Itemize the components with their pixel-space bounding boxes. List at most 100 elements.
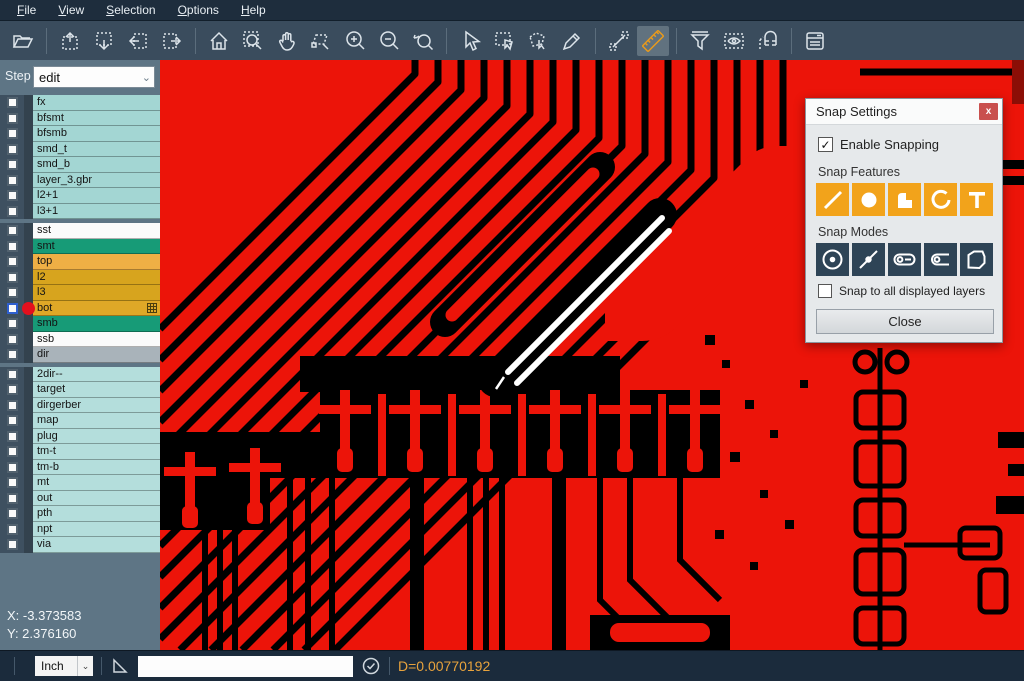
pan-down-icon[interactable] (88, 26, 120, 56)
command-input[interactable] (138, 656, 353, 677)
layer-row[interactable]: top (0, 254, 160, 270)
layer-label[interactable]: out (33, 491, 160, 507)
pan-left-icon[interactable] (122, 26, 154, 56)
layer-row[interactable]: out (0, 491, 160, 507)
layer-checkbox[interactable] (7, 272, 18, 283)
layer-checkbox[interactable] (7, 190, 18, 201)
snap-midpoint-icon[interactable] (852, 243, 885, 276)
layer-row[interactable]: bfsmb (0, 126, 160, 142)
layer-label[interactable]: via (33, 537, 160, 553)
layer-checkbox[interactable] (7, 206, 18, 217)
snap-all-layers-row[interactable]: Snap to all displayed layers (818, 284, 985, 298)
select-polygon-icon[interactable] (522, 26, 554, 56)
layer-row[interactable]: dir (0, 347, 160, 363)
menu-item[interactable]: Options (167, 0, 230, 20)
layer-label[interactable]: ssb (33, 332, 160, 348)
layer-checkbox[interactable] (7, 349, 18, 360)
measure-line-icon[interactable] (603, 26, 635, 56)
layer-label[interactable]: bfsmb (33, 126, 160, 142)
menu-item[interactable]: File (6, 0, 47, 20)
layer-label[interactable]: l3 (33, 285, 160, 301)
layer-checkbox[interactable] (7, 539, 18, 550)
pan-hand-icon[interactable] (271, 26, 303, 56)
layer-checkbox[interactable] (7, 462, 18, 473)
snap-text-icon[interactable] (960, 183, 993, 216)
layer-row[interactable]: bot (0, 301, 160, 317)
layer-label[interactable]: target (33, 382, 160, 398)
layer-checkbox[interactable] (7, 113, 18, 124)
layer-label[interactable]: dirgerber (33, 398, 160, 414)
menu-item[interactable]: View (47, 0, 95, 20)
layer-row[interactable]: 2dir-- (0, 367, 160, 383)
layer-row[interactable]: smd_t (0, 142, 160, 158)
layer-row[interactable]: pth (0, 506, 160, 522)
layer-label[interactable]: smb (33, 316, 160, 332)
ruler-icon[interactable] (637, 26, 669, 56)
layer-row[interactable]: map (0, 413, 160, 429)
layer-checkbox[interactable] (7, 159, 18, 170)
layer-label[interactable]: top (33, 254, 160, 270)
select-rectangle-icon[interactable] (488, 26, 520, 56)
layer-row[interactable]: target (0, 382, 160, 398)
snap-surface-icon[interactable] (888, 183, 921, 216)
layer-checkbox[interactable] (7, 477, 18, 488)
zoom-object-icon[interactable] (305, 26, 337, 56)
pan-up-icon[interactable] (54, 26, 86, 56)
enable-snapping-row[interactable]: ✓ Enable Snapping (818, 137, 939, 152)
visibility-icon[interactable] (718, 26, 750, 56)
zoom-home-icon[interactable] (203, 26, 235, 56)
layer-row[interactable]: layer_3.gbr (0, 173, 160, 189)
layer-checkbox[interactable] (7, 256, 18, 267)
layer-row[interactable]: ssb (0, 332, 160, 348)
layer-row[interactable]: l2 (0, 270, 160, 286)
filter-icon[interactable] (684, 26, 716, 56)
layer-row[interactable]: l3+1 (0, 204, 160, 220)
layer-label[interactable]: smd_b (33, 157, 160, 173)
layer-row[interactable]: l3 (0, 285, 160, 301)
report-icon[interactable] (799, 26, 831, 56)
layer-row[interactable]: via (0, 537, 160, 553)
layer-checkbox[interactable] (7, 334, 18, 345)
select-arrow-icon[interactable] (454, 26, 486, 56)
layer-label[interactable]: l3+1 (33, 204, 160, 220)
layer-row[interactable]: tm-b (0, 460, 160, 476)
layer-checkbox[interactable] (7, 415, 18, 426)
menu-item[interactable]: Help (230, 0, 277, 20)
layer-checkbox[interactable] (7, 384, 18, 395)
snap-all-layers-checkbox[interactable] (818, 284, 832, 298)
enable-snapping-checkbox[interactable]: ✓ (818, 137, 833, 152)
layer-label[interactable]: l2 (33, 270, 160, 286)
layer-row[interactable]: mt (0, 475, 160, 491)
layer-label[interactable]: 2dir-- (33, 367, 160, 383)
layer-row[interactable]: sst (0, 223, 160, 239)
open-folder-icon[interactable] (7, 26, 39, 56)
layer-row[interactable]: bfsmt (0, 111, 160, 127)
snap-arc-icon[interactable] (924, 183, 957, 216)
apply-check-icon[interactable] (361, 656, 381, 676)
layer-label[interactable]: pth (33, 506, 160, 522)
layer-checkbox[interactable] (7, 303, 18, 314)
snap-line-icon[interactable] (816, 183, 849, 216)
layer-label[interactable]: fx (33, 95, 160, 111)
layer-label[interactable]: tm-b (33, 460, 160, 476)
layer-checkbox[interactable] (7, 369, 18, 380)
layer-checkbox[interactable] (7, 225, 18, 236)
layer-row[interactable]: fx (0, 95, 160, 111)
dialog-title-bar[interactable]: Snap Settings x (806, 99, 1002, 125)
layer-checkbox[interactable] (7, 446, 18, 457)
layer-checkbox[interactable] (7, 241, 18, 252)
layer-row[interactable]: dirgerber (0, 398, 160, 414)
layer-checkbox[interactable] (7, 318, 18, 329)
layer-label[interactable]: bot (33, 301, 160, 317)
snap-open-slot-icon[interactable] (924, 243, 957, 276)
layer-checkbox[interactable] (7, 175, 18, 186)
zoom-out-icon[interactable] (373, 26, 405, 56)
snap-closed-slot-icon[interactable] (888, 243, 921, 276)
layer-label[interactable]: smt (33, 239, 160, 255)
layer-row[interactable]: plug (0, 429, 160, 445)
layer-row[interactable]: tm-t (0, 444, 160, 460)
layer-label[interactable]: npt (33, 522, 160, 538)
layer-row[interactable]: npt (0, 522, 160, 538)
layer-checkbox[interactable] (7, 287, 18, 298)
layer-label[interactable]: bfsmt (33, 111, 160, 127)
